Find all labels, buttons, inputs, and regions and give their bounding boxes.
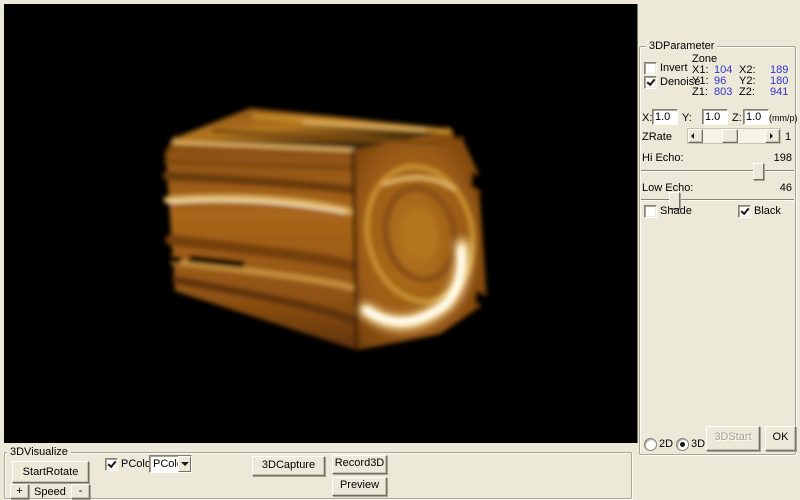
speed-label: Speed — [34, 486, 66, 498]
black-label: Black — [754, 205, 781, 217]
3dcapture-button[interactable]: 3DCapture — [252, 456, 325, 476]
shade-label: Shade — [660, 205, 692, 217]
zrate-label: ZRate — [642, 131, 672, 143]
parameter-groupbox: 3DParameter Invert Denoise Zone X1: 104 … — [639, 46, 796, 455]
zone-z1-label: Z1: — [692, 86, 708, 98]
low-echo-value: 46 — [780, 182, 792, 194]
zrate-right-arrow-icon[interactable] — [765, 129, 780, 143]
chevron-down-icon — [181, 462, 189, 466]
low-echo-slider[interactable] — [641, 199, 794, 201]
pcolor-checkbox[interactable] — [105, 458, 118, 471]
mode-2d-label: 2D — [659, 438, 673, 450]
y-scale-label: Y: — [682, 112, 692, 124]
pcolor-dropdown[interactable]: PColor — [149, 455, 192, 473]
pcolor-dropdown-button[interactable] — [178, 456, 191, 472]
shade-checkbox[interactable] — [644, 205, 657, 218]
zone-z2-label: Z2: — [739, 86, 755, 98]
hi-echo-value: 198 — [774, 152, 792, 164]
record3d-button[interactable]: Record3D — [332, 455, 387, 474]
mode-3d-label: 3D — [691, 438, 705, 450]
ok-button[interactable]: OK — [765, 426, 796, 451]
zone-z1-value: 803 — [714, 86, 732, 98]
parameter-panel: 3DParameter Invert Denoise Zone X1: 104 … — [638, 0, 800, 500]
speed-minus-button[interactable]: - — [71, 484, 90, 499]
zrate-scrollbar-thumb[interactable] — [722, 129, 738, 143]
hi-echo-label: Hi Echo: — [642, 152, 684, 164]
zrate-left-arrow-icon[interactable] — [688, 129, 703, 143]
render-viewport[interactable] — [4, 4, 638, 443]
low-echo-label: Low Echo: — [642, 182, 693, 194]
speed-plus-button[interactable]: + — [10, 484, 29, 499]
preview-button[interactable]: Preview — [332, 477, 387, 496]
x-scale-input[interactable] — [652, 109, 678, 125]
invert-label: Invert — [660, 62, 688, 74]
invert-checkbox[interactable] — [644, 62, 657, 75]
zone-z2-value: 941 — [770, 86, 788, 98]
z-scale-label: Z: — [732, 112, 742, 124]
visualize-group-title: 3DVisualize — [7, 446, 71, 458]
3dstart-button[interactable]: 3DStart — [706, 426, 760, 451]
z-scale-input[interactable] — [743, 109, 769, 125]
start-rotate-button[interactable]: StartRotate — [12, 461, 89, 483]
zrate-value: 1 — [785, 131, 791, 143]
scale-unit-label: (mm/p) — [769, 112, 798, 124]
parameter-group-title: 3DParameter — [646, 40, 717, 52]
x-scale-label: X: — [642, 112, 652, 124]
denoise-checkbox[interactable] — [644, 76, 657, 89]
y-scale-input[interactable] — [702, 109, 728, 125]
hi-echo-slider-thumb[interactable] — [753, 163, 764, 180]
3d-volume-render — [4, 4, 637, 443]
hi-echo-slider[interactable] — [641, 170, 794, 172]
zrate-scrollbar[interactable] — [687, 128, 781, 144]
mode-3d-radio[interactable] — [676, 438, 689, 451]
mode-2d-radio[interactable] — [644, 438, 657, 451]
black-checkbox[interactable] — [738, 205, 751, 218]
